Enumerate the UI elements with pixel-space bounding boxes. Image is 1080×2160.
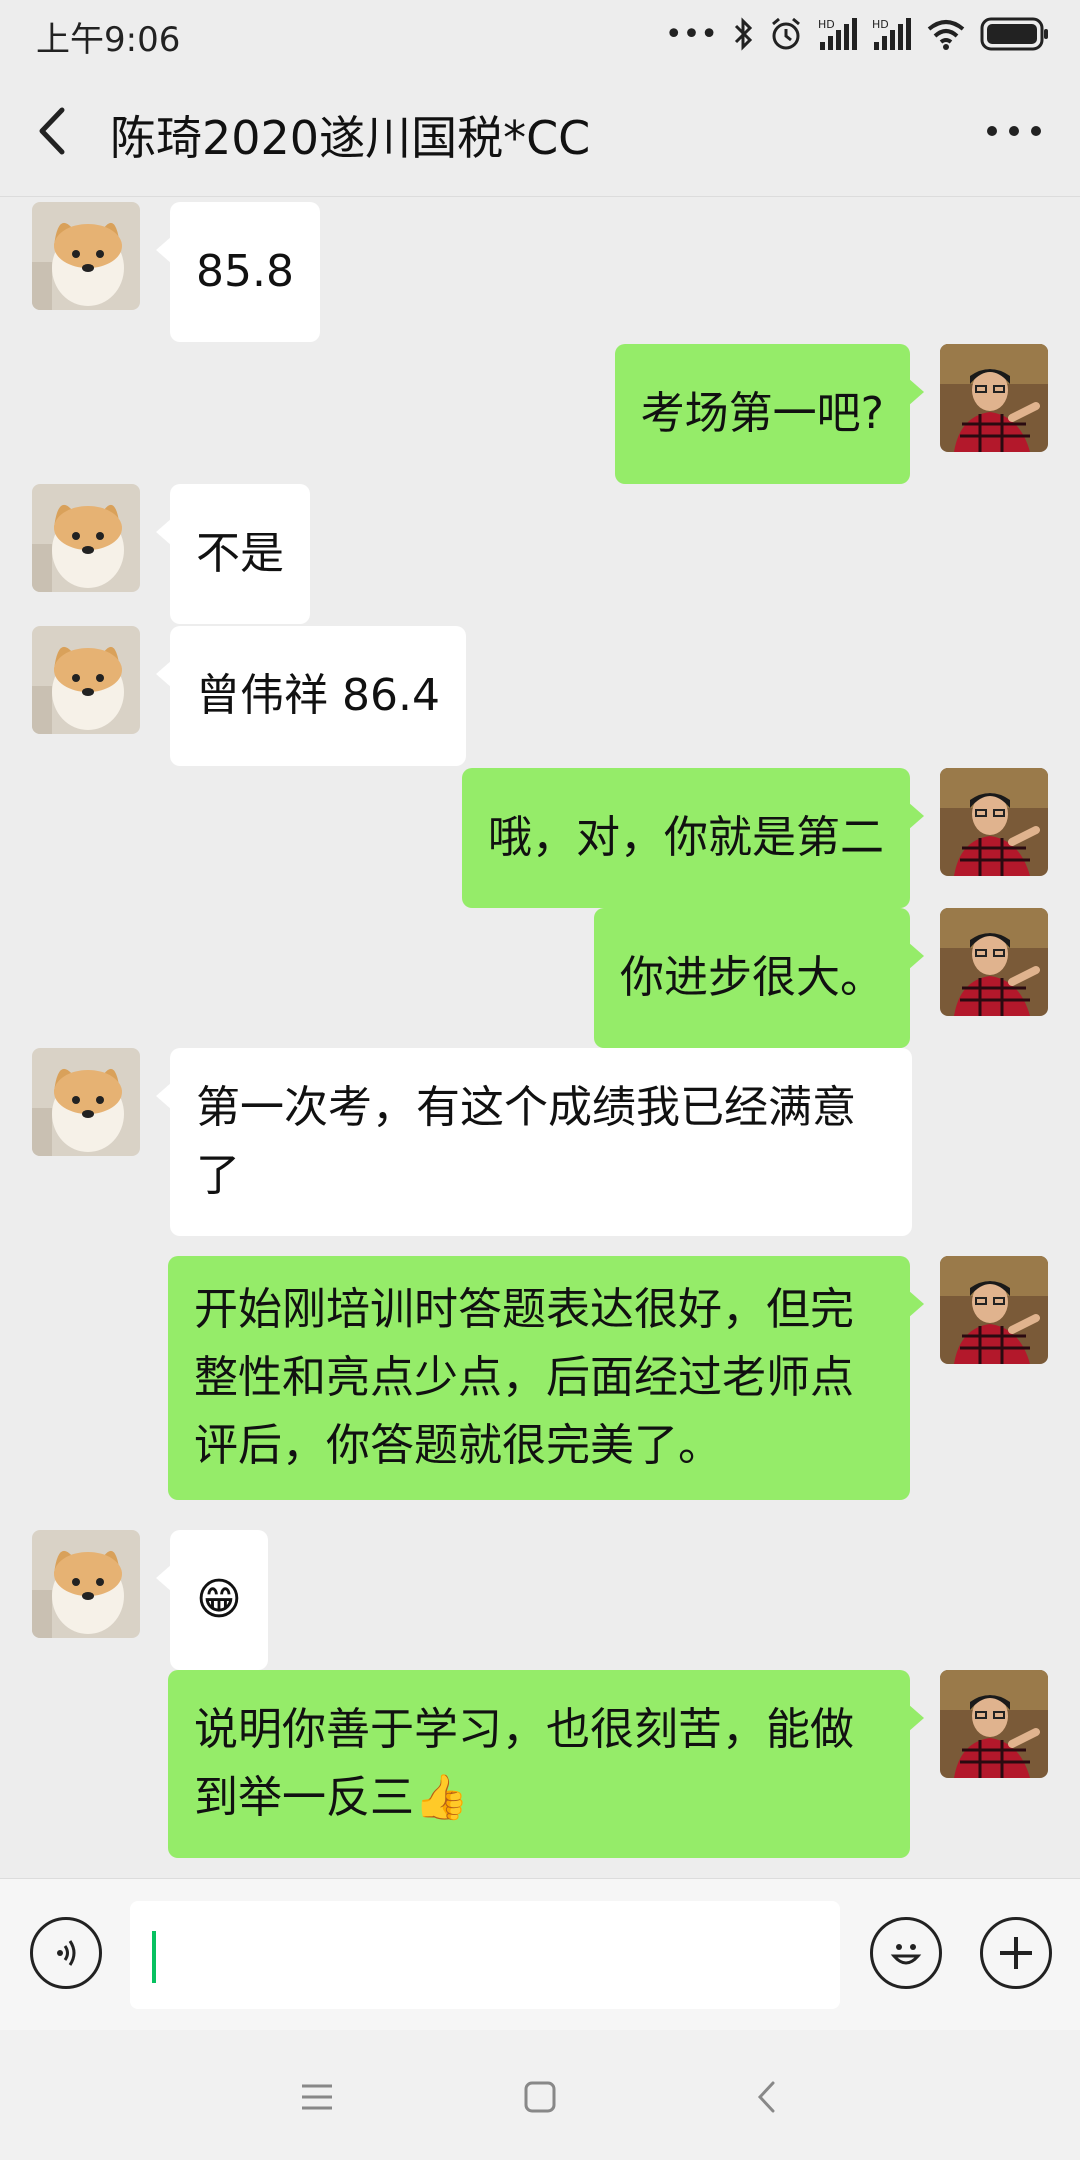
text-caret <box>152 1931 156 1983</box>
dog-avatar[interactable] <box>32 626 140 734</box>
message-row: 85.8 <box>0 202 1080 342</box>
alarm-icon <box>772 17 800 50</box>
message-row: 不是 <box>0 484 1080 624</box>
message-bubble[interactable]: 哦，对，你就是第二 <box>462 768 924 908</box>
chat-title: 陈琦2020遂川国税*CC <box>110 111 591 165</box>
back-icon[interactable] <box>742 2072 792 2122</box>
plus-icon[interactable] <box>980 1917 1052 1989</box>
message-input[interactable] <box>130 1901 840 2009</box>
man-avatar[interactable] <box>940 768 1048 876</box>
dog-avatar[interactable] <box>32 202 140 310</box>
man-avatar[interactable] <box>940 1670 1048 1778</box>
message-bubble[interactable]: 第一次考，有这个成绩我已经满意了 <box>156 1048 912 1236</box>
man-avatar[interactable] <box>940 908 1048 1016</box>
message-text: 你进步很大。 <box>620 952 884 1003</box>
message-bubble[interactable]: 开始刚培训时答题表达很好，但完整性和亮点少点，后面经过老师点评后，你答题就很完美… <box>168 1256 924 1500</box>
message-text: 考场第一吧? <box>640 388 884 439</box>
svg-text:HD: HD <box>818 18 835 31</box>
signal-hd-icon: HD <box>872 18 911 50</box>
message-text: 第一次考，有这个成绩我已经满意了 <box>196 1082 856 1201</box>
message-text: 😁 <box>196 1574 242 1625</box>
more-dots-icon[interactable] <box>984 116 1044 146</box>
message-bubble[interactable]: 😁 <box>156 1530 268 1670</box>
home-icon[interactable] <box>515 2072 565 2122</box>
message-bubble[interactable]: 85.8 <box>156 202 320 342</box>
message-list[interactable]: 85.8 考场第一吧? 不是 曾伟祥 86.4 哦，对，你就是第二 你进步很大。… <box>0 196 1080 1878</box>
message-bubble[interactable]: 你进步很大。 <box>594 908 924 1048</box>
battery-icon <box>980 17 1048 51</box>
message-bubble[interactable]: 说明你善于学习，也很刻苦，能做到举一反三👍 <box>168 1670 924 1858</box>
message-row: 说明你善于学习，也很刻苦，能做到举一反三👍 <box>0 1670 1080 1858</box>
status-time: 上午9:06 <box>36 20 181 60</box>
message-row: 曾伟祥 86.4 <box>0 626 1080 766</box>
message-bubble[interactable]: 考场第一吧? <box>614 344 925 484</box>
voice-icon[interactable] <box>30 1917 102 1989</box>
message-row: 😁 <box>0 1530 1080 1670</box>
message-text: 开始刚培训时答题表达很好，但完整性和亮点少点，后面经过老师点评后，你答题就很完美… <box>194 1284 854 1471</box>
message-text: 说明你善于学习，也很刻苦，能做到举一反三👍 <box>194 1704 854 1823</box>
system-nav-bar <box>0 2030 1080 2160</box>
input-bar <box>0 1878 1080 2031</box>
dog-avatar[interactable] <box>32 1048 140 1156</box>
message-row: 考场第一吧? <box>0 344 1080 484</box>
message-bubble[interactable]: 曾伟祥 86.4 <box>156 626 466 766</box>
man-avatar[interactable] <box>940 344 1048 452</box>
message-text: 85.8 <box>196 246 294 297</box>
status-icons: ••• HD HD <box>665 14 1050 54</box>
signal-hd-icon: HD <box>818 18 857 50</box>
emoji-icon[interactable] <box>870 1917 942 1989</box>
wifi-icon <box>927 20 965 50</box>
chat-header: 陈琦2020遂川国税*CC <box>0 66 1080 197</box>
message-bubble[interactable]: 不是 <box>156 484 310 624</box>
man-avatar[interactable] <box>940 1256 1048 1364</box>
bluetooth-icon <box>734 17 753 51</box>
dog-avatar[interactable] <box>32 484 140 592</box>
status-bar: 上午9:06 ••• HD HD <box>0 0 1080 66</box>
dog-avatar[interactable] <box>32 1530 140 1638</box>
message-row: 你进步很大。 <box>0 908 1080 1048</box>
message-text: 哦，对，你就是第二 <box>488 812 884 863</box>
message-text: 曾伟祥 86.4 <box>196 670 440 721</box>
message-row: 第一次考，有这个成绩我已经满意了 <box>0 1048 1080 1236</box>
message-text: 不是 <box>196 528 284 579</box>
dots-icon: ••• <box>664 16 718 52</box>
message-row: 开始刚培训时答题表达很好，但完整性和亮点少点，后面经过老师点评后，你答题就很完美… <box>0 1256 1080 1502</box>
message-row: 哦，对，你就是第二 <box>0 768 1080 908</box>
menu-icon[interactable] <box>292 2072 342 2122</box>
svg-text:HD: HD <box>872 18 889 31</box>
chevron-left-icon[interactable] <box>30 104 80 158</box>
